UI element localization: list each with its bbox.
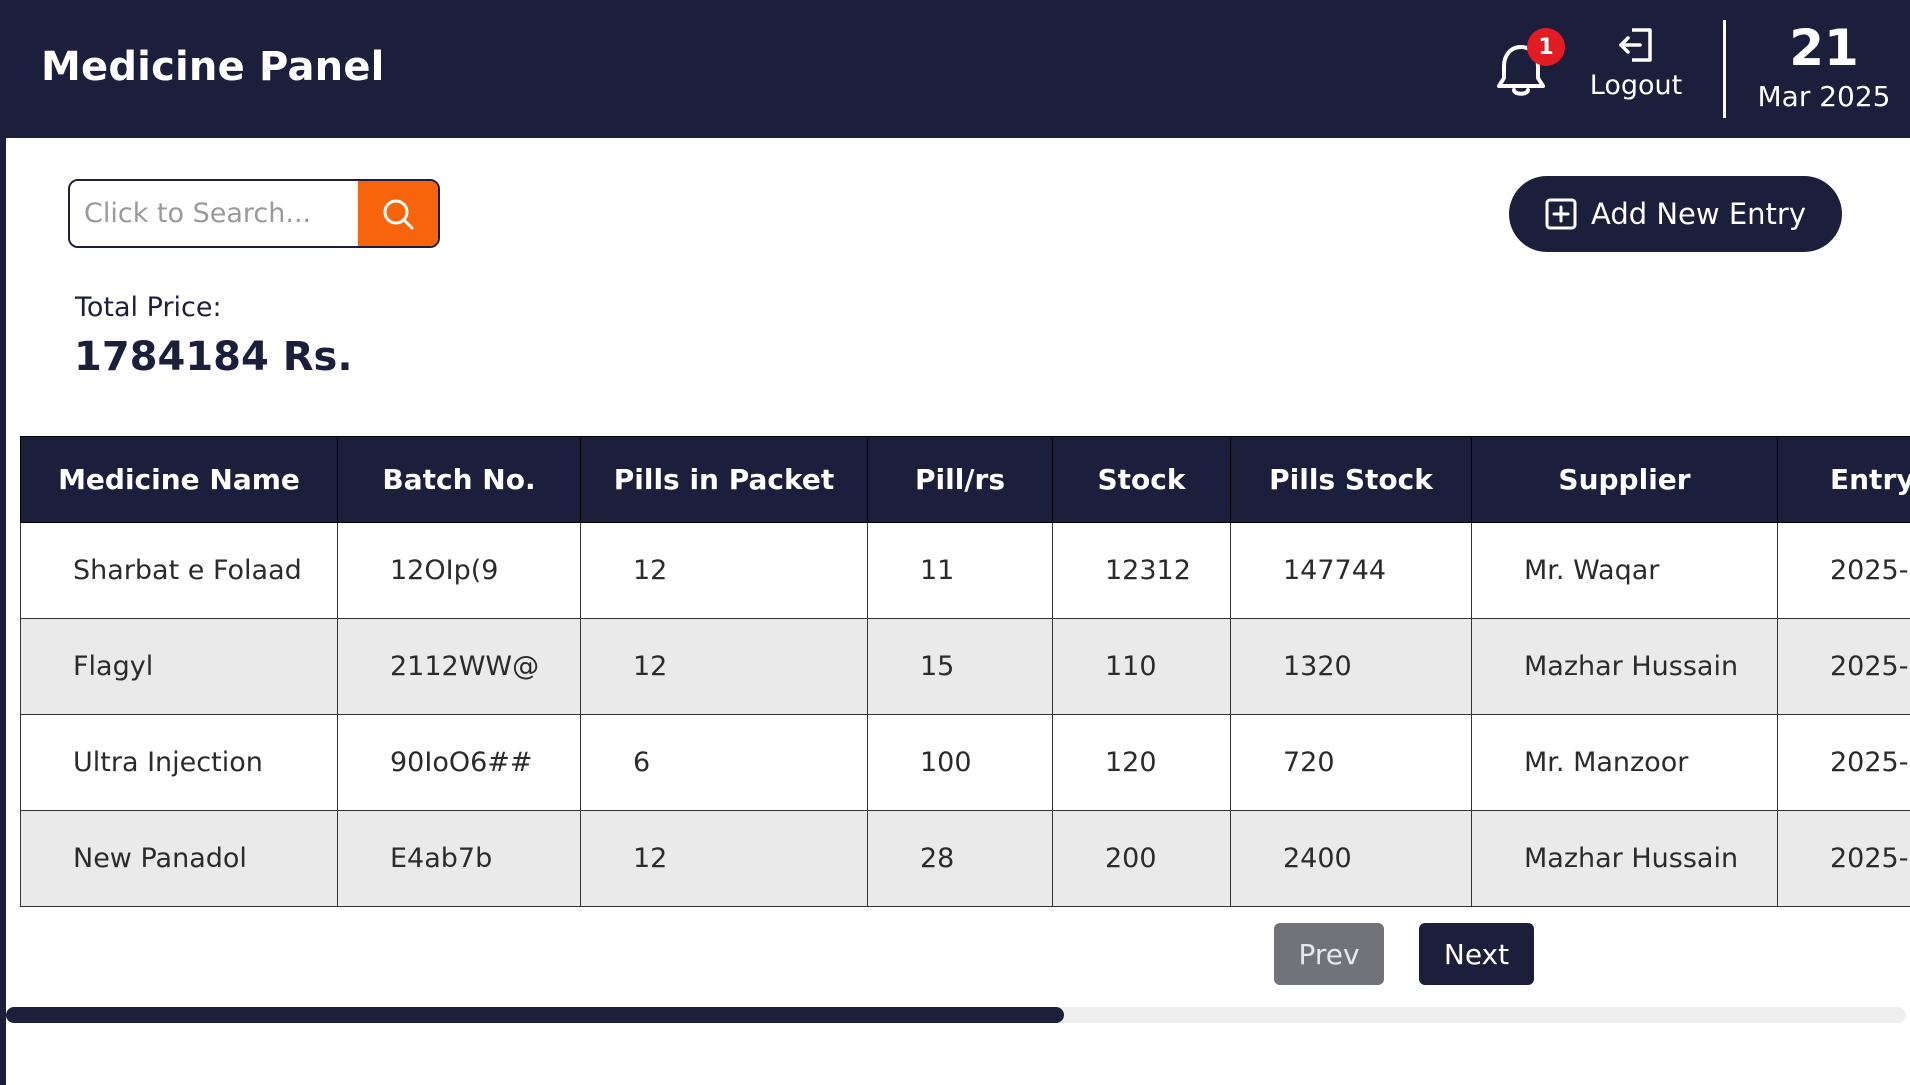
table-cell: 120: [1052, 714, 1231, 811]
total-price-label: Total Price:: [75, 292, 222, 323]
date-display: 21 Mar 2025: [1744, 18, 1904, 114]
table-cell: 2025-: [1777, 810, 1910, 907]
table-cell: 12OIp(9: [337, 522, 581, 619]
plus-square-icon: [1545, 198, 1577, 230]
prev-page-button[interactable]: Prev: [1274, 923, 1384, 985]
left-edge-strip: [0, 0, 6, 1085]
table-row[interactable]: New Panadol E4ab7b 12 28 200 2400 Mazhar…: [20, 810, 1910, 907]
table-cell: 2112WW@: [337, 618, 581, 715]
notifications-button[interactable]: 1: [1486, 28, 1566, 108]
medicine-table: Medicine Name Batch No. Pills in Packet …: [20, 436, 1910, 907]
page-title: Medicine Panel: [41, 44, 385, 90]
search-bar: [68, 179, 440, 248]
table-cell: 6: [580, 714, 868, 811]
column-header[interactable]: Stock: [1052, 436, 1231, 523]
table-cell: 2025-: [1777, 522, 1910, 619]
table-cell: Mazhar Hussain: [1471, 618, 1778, 715]
logout-button[interactable]: Logout: [1581, 26, 1691, 116]
add-new-entry-button[interactable]: Add New Entry: [1509, 176, 1842, 252]
column-header[interactable]: Supplier: [1471, 436, 1778, 523]
column-header[interactable]: Batch No.: [337, 436, 581, 523]
table-row[interactable]: Sharbat e Folaad 12OIp(9 12 11 12312 147…: [20, 522, 1910, 619]
column-header[interactable]: Medicine Name: [20, 436, 338, 523]
table-cell: 200: [1052, 810, 1231, 907]
table-cell: 12312: [1052, 522, 1231, 619]
header-divider: [1723, 20, 1726, 118]
table-cell: New Panadol: [20, 810, 338, 907]
table-row[interactable]: Ultra Injection 90IoO6## 6 100 120 720 M…: [20, 714, 1910, 811]
table-row[interactable]: Flagyl 2112WW@ 12 15 110 1320 Mazhar Hus…: [20, 618, 1910, 715]
table-cell: Mr. Waqar: [1471, 522, 1778, 619]
table-cell: 12: [580, 810, 868, 907]
next-page-button[interactable]: Next: [1419, 923, 1534, 985]
column-header[interactable]: Pills Stock: [1230, 436, 1472, 523]
column-header[interactable]: Pills in Packet: [580, 436, 868, 523]
table-cell: Flagyl: [20, 618, 338, 715]
table-cell: 1320: [1230, 618, 1472, 715]
column-header[interactable]: Pill/rs: [867, 436, 1053, 523]
table-cell: E4ab7b: [337, 810, 581, 907]
table-cell: Mazhar Hussain: [1471, 810, 1778, 907]
search-icon: [383, 199, 414, 229]
table-cell: 110: [1052, 618, 1231, 715]
table-cell: 90IoO6##: [337, 714, 581, 811]
search-input[interactable]: [70, 181, 358, 246]
table-cell: 2025-: [1777, 618, 1910, 715]
horizontal-scrollbar[interactable]: [6, 1007, 1906, 1023]
table-cell: Ultra Injection: [20, 714, 338, 811]
table-cell: 15: [867, 618, 1053, 715]
table-cell: 2025-: [1777, 714, 1910, 811]
search-button[interactable]: [358, 181, 438, 246]
table-cell: 11: [867, 522, 1053, 619]
table-cell: 12: [580, 522, 868, 619]
total-price-value: 1784184 Rs.: [74, 334, 353, 380]
logout-icon: [1619, 28, 1652, 62]
table-cell: 100: [867, 714, 1053, 811]
scrollbar-thumb[interactable]: [6, 1007, 1064, 1023]
table-cell: 2400: [1230, 810, 1472, 907]
date-month-year: Mar 2025: [1757, 80, 1891, 113]
top-header: Medicine Panel 1 Logout 21 Mar 2025: [6, 0, 1910, 138]
table-cell: 28: [867, 810, 1053, 907]
medicine-table-container: Medicine Name Batch No. Pills in Packet …: [20, 436, 1910, 908]
notification-count-badge: 1: [1527, 28, 1565, 66]
table-cell: 720: [1230, 714, 1472, 811]
add-new-entry-label: Add New Entry: [1591, 197, 1806, 231]
column-header[interactable]: Entry: [1777, 436, 1910, 523]
table-cell: 12: [580, 618, 868, 715]
date-day: 21: [1789, 19, 1859, 77]
table-cell: 147744: [1230, 522, 1472, 619]
table-cell: Mr. Manzoor: [1471, 714, 1778, 811]
table-cell: Sharbat e Folaad: [20, 522, 338, 619]
table-header-row: Medicine Name Batch No. Pills in Packet …: [20, 436, 1910, 523]
logout-label: Logout: [1589, 70, 1683, 101]
